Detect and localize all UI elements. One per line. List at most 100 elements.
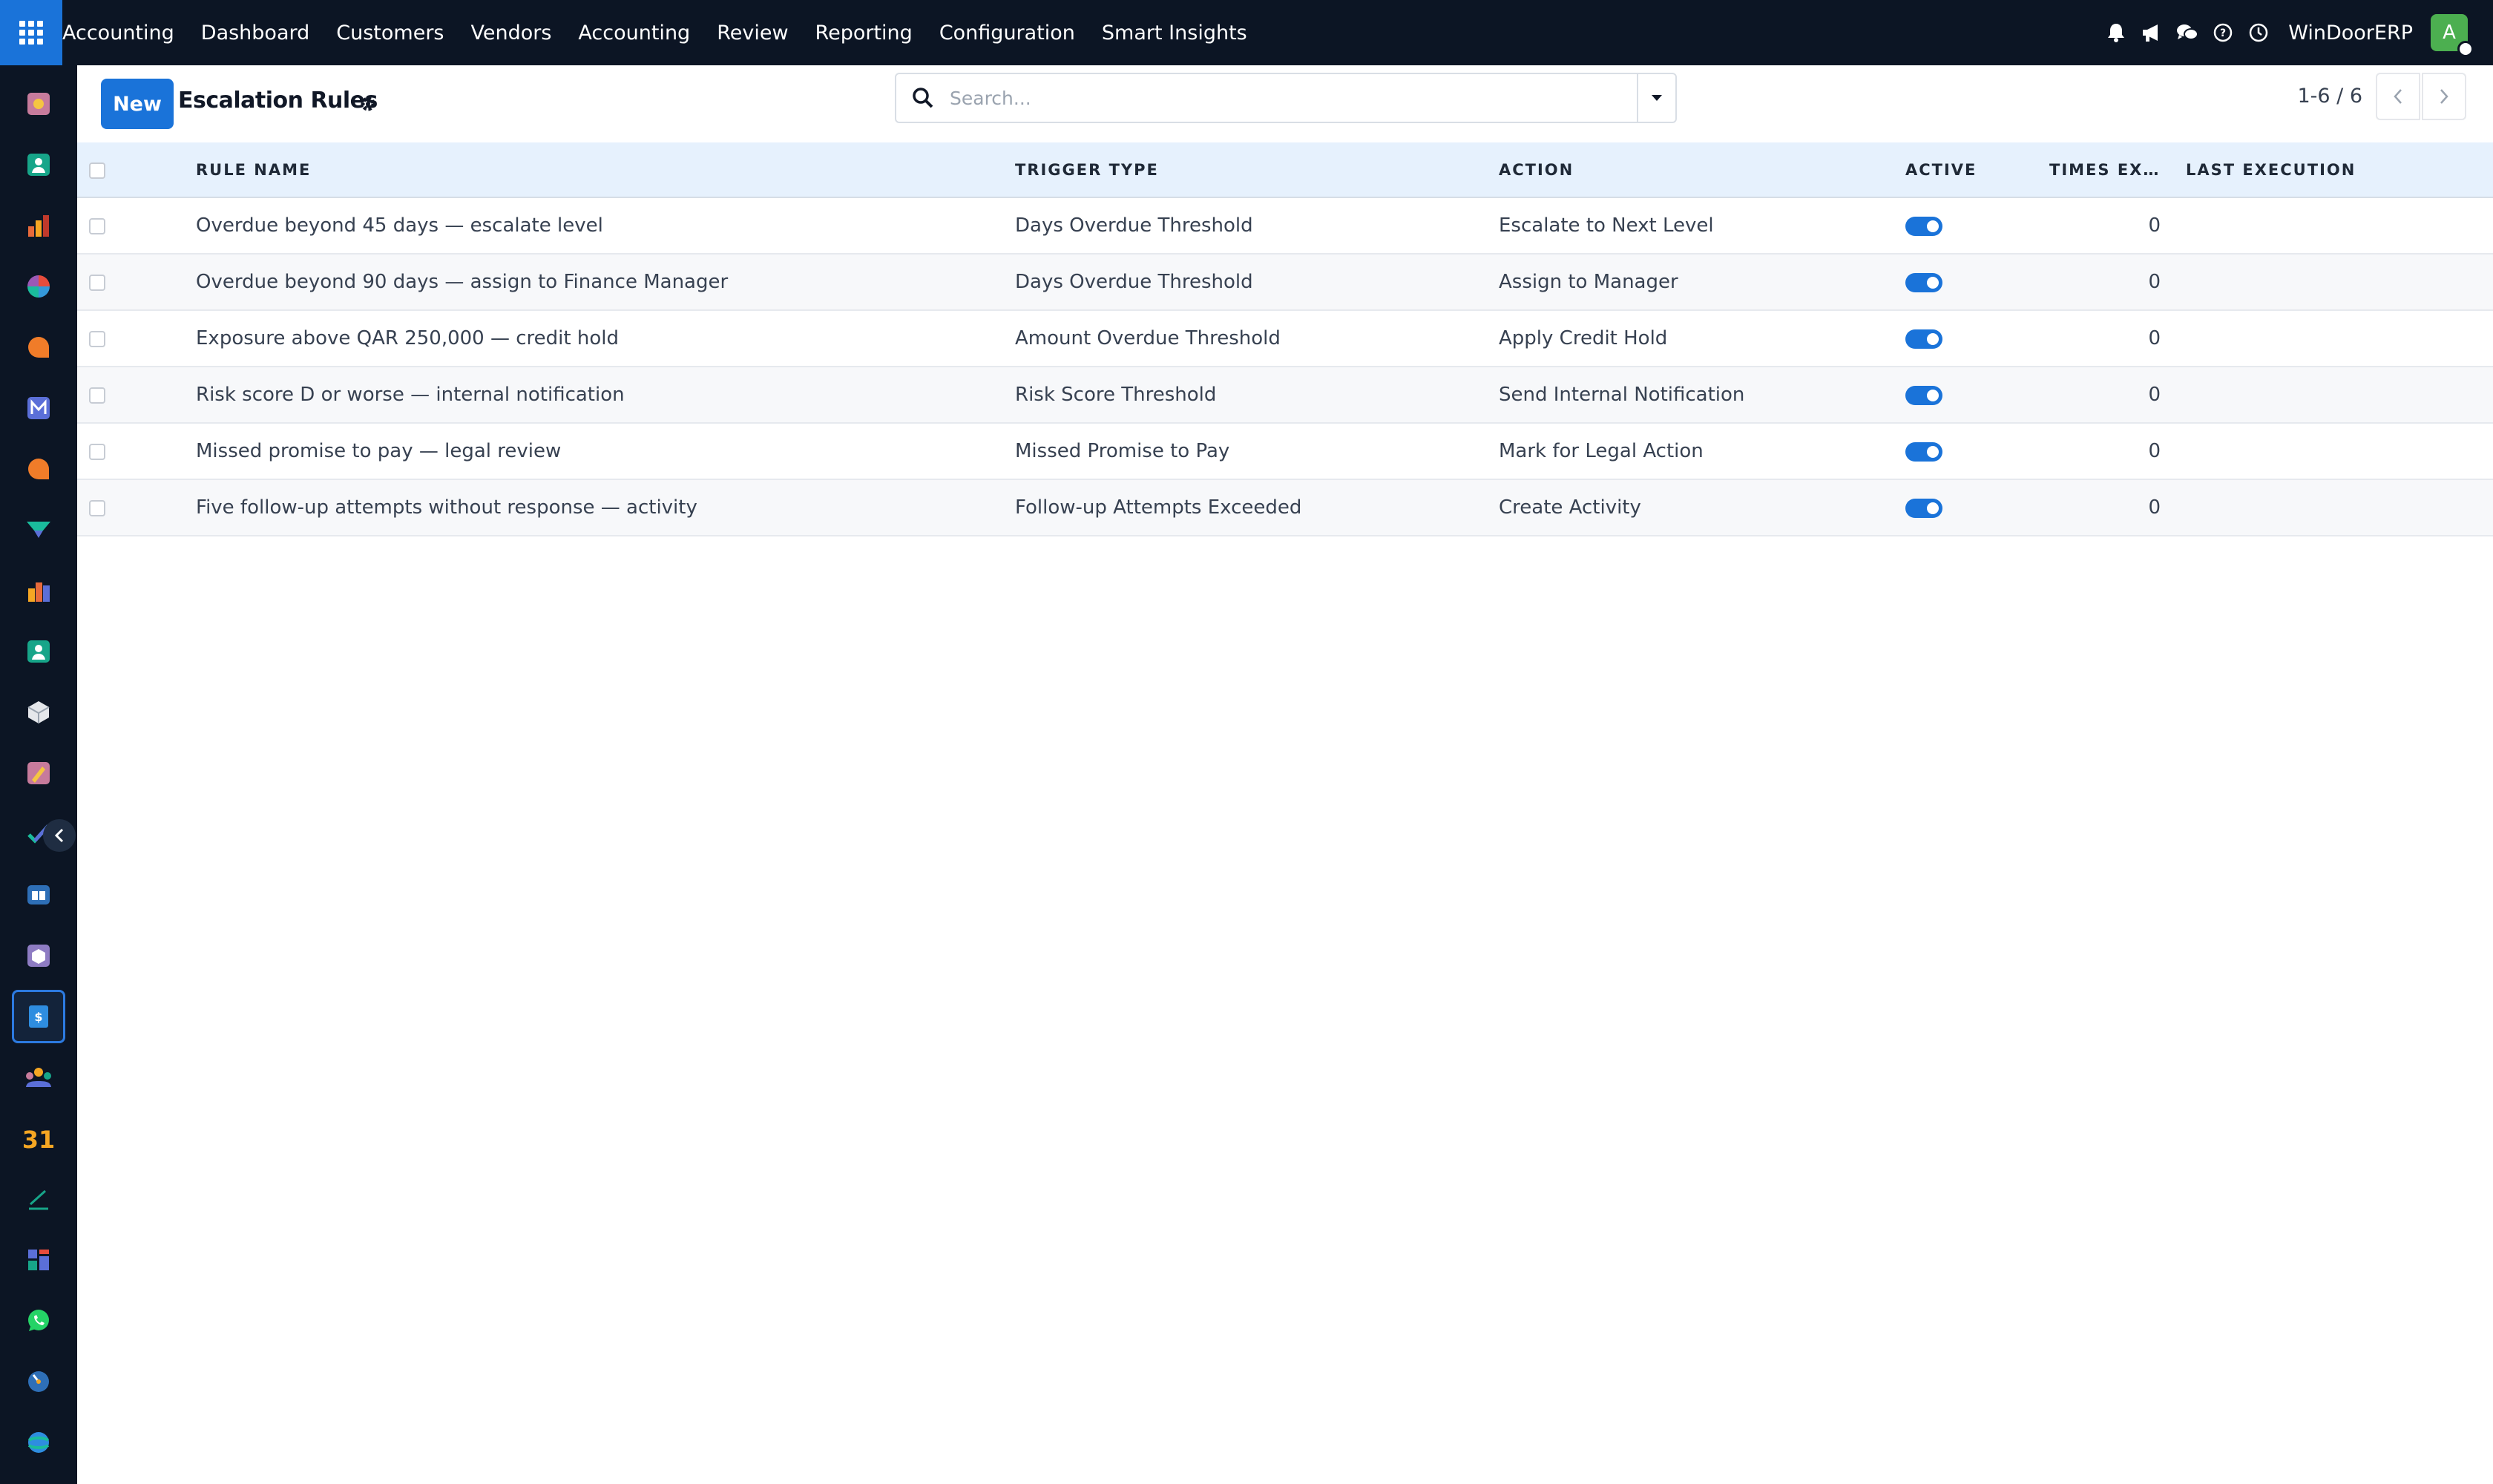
- bell-icon[interactable]: [2098, 0, 2134, 65]
- times-executed-cell[interactable]: 0: [2049, 254, 2177, 311]
- contacts-app-icon[interactable]: [12, 138, 65, 191]
- discuss-app-icon[interactable]: [12, 77, 65, 131]
- pager-previous-button[interactable]: [2376, 73, 2420, 120]
- row-checkbox[interactable]: [89, 499, 105, 516]
- purchase-app-icon[interactable]: [12, 929, 65, 982]
- active-toggle[interactable]: [1905, 385, 1942, 405]
- pager-next-button[interactable]: [2422, 73, 2466, 120]
- live-chat-app-icon[interactable]: [12, 442, 65, 496]
- invoicing-app-icon[interactable]: $: [12, 990, 65, 1043]
- menu-brand-accounting[interactable]: Accounting: [62, 22, 174, 45]
- active-toggle[interactable]: [1905, 216, 1942, 236]
- last-execution-cell[interactable]: [2177, 479, 2493, 536]
- app-switcher-button[interactable]: [0, 0, 62, 65]
- row-checkbox[interactable]: [89, 443, 105, 460]
- table-row[interactable]: Overdue beyond 45 days — escalate level …: [77, 197, 2493, 255]
- employees-app-icon[interactable]: [12, 625, 65, 678]
- action-cell[interactable]: Mark for Legal Action: [1499, 423, 1905, 480]
- website-app-icon[interactable]: [12, 1416, 65, 1469]
- calendar-app-icon[interactable]: 31: [12, 1112, 65, 1165]
- last-execution-cell[interactable]: [2177, 254, 2493, 311]
- column-header-times-executed[interactable]: TIMES EXECUTED: [2049, 142, 2177, 198]
- action-cell[interactable]: Create Activity: [1499, 479, 1905, 536]
- rule-name-cell[interactable]: Exposure above QAR 250,000 — credit hold: [196, 310, 1015, 367]
- knowledge-app-icon[interactable]: [12, 868, 65, 922]
- new-button[interactable]: New: [101, 79, 174, 129]
- row-checkbox[interactable]: [89, 217, 105, 234]
- gear-icon[interactable]: [355, 91, 381, 117]
- search-options-toggle[interactable]: [1637, 74, 1675, 122]
- trigger-type-cell[interactable]: Follow-up Attempts Exceeded: [1015, 479, 1499, 536]
- active-toggle[interactable]: [1905, 329, 1942, 349]
- table-row[interactable]: Overdue beyond 90 days — assign to Finan…: [77, 254, 2493, 311]
- column-header-last-execution[interactable]: LAST EXECUTION: [2177, 142, 2493, 198]
- active-toggle[interactable]: [1905, 272, 1942, 292]
- menu-customers[interactable]: Customers: [336, 22, 444, 45]
- table-row[interactable]: Risk score D or worse — internal notific…: [77, 367, 2493, 424]
- trigger-type-cell[interactable]: Days Overdue Threshold: [1015, 197, 1499, 255]
- times-executed-cell[interactable]: 0: [2049, 310, 2177, 367]
- dashboard-app-icon[interactable]: [12, 260, 65, 313]
- help-icon[interactable]: ?: [2205, 0, 2241, 65]
- mail-app-icon[interactable]: [12, 381, 65, 435]
- action-cell[interactable]: Assign to Manager: [1499, 254, 1905, 311]
- menu-dashboard[interactable]: Dashboard: [201, 22, 309, 45]
- table-row[interactable]: Missed promise to pay — legal review Mis…: [77, 423, 2493, 480]
- row-checkbox[interactable]: [89, 274, 105, 291]
- chat-icon[interactable]: [2170, 0, 2205, 65]
- menu-smart-insights[interactable]: Smart Insights: [1102, 22, 1247, 45]
- last-execution-cell[interactable]: [2177, 367, 2493, 424]
- time-off-app-icon[interactable]: [12, 1355, 65, 1408]
- rule-name-cell[interactable]: Risk score D or worse — internal notific…: [196, 367, 1015, 424]
- last-execution-cell[interactable]: [2177, 423, 2493, 480]
- table-row[interactable]: Exposure above QAR 250,000 — credit hold…: [77, 310, 2493, 367]
- action-cell[interactable]: Escalate to Next Level: [1499, 197, 1905, 255]
- spreadsheet-app-icon[interactable]: [12, 564, 65, 617]
- reporting-app-icon[interactable]: [12, 199, 65, 252]
- row-checkbox[interactable]: [89, 387, 105, 404]
- studio-app-icon[interactable]: [12, 746, 65, 800]
- rule-name-cell[interactable]: Five follow-up attempts without response…: [196, 479, 1015, 536]
- action-cell[interactable]: Apply Credit Hold: [1499, 310, 1905, 367]
- last-execution-cell[interactable]: [2177, 310, 2493, 367]
- search-input[interactable]: [950, 79, 1588, 117]
- column-header-active[interactable]: ACTIVE: [1905, 142, 2049, 198]
- user-avatar[interactable]: A: [2431, 14, 2474, 57]
- times-executed-cell[interactable]: 0: [2049, 479, 2177, 536]
- times-executed-cell[interactable]: 0: [2049, 367, 2177, 424]
- dock-collapse-button[interactable]: [43, 819, 76, 852]
- whatsapp-app-icon[interactable]: [12, 1294, 65, 1347]
- last-execution-cell[interactable]: [2177, 197, 2493, 255]
- select-all-checkbox[interactable]: [89, 162, 105, 179]
- sign-app-icon[interactable]: [12, 1172, 65, 1226]
- row-checkbox[interactable]: [89, 330, 105, 347]
- column-header-action[interactable]: ACTION: [1499, 142, 1905, 198]
- times-executed-cell[interactable]: 0: [2049, 423, 2177, 480]
- teams-app-icon[interactable]: [12, 1051, 65, 1104]
- company-name[interactable]: WinDoorERP: [2288, 22, 2413, 45]
- column-header-rule-name[interactable]: RULE NAME: [196, 142, 1015, 198]
- rule-name-cell[interactable]: Overdue beyond 90 days — assign to Finan…: [196, 254, 1015, 311]
- active-toggle[interactable]: [1905, 498, 1942, 518]
- pager-value[interactable]: 1-6 / 6: [2297, 85, 2362, 108]
- table-row[interactable]: Five follow-up attempts without response…: [77, 479, 2493, 536]
- menu-reporting[interactable]: Reporting: [815, 22, 913, 45]
- column-header-trigger-type[interactable]: TRIGGER TYPE: [1015, 142, 1499, 198]
- chat-app-icon[interactable]: [12, 321, 65, 374]
- dashboards-app-icon[interactable]: [12, 1233, 65, 1287]
- menu-vendors[interactable]: Vendors: [470, 22, 551, 45]
- times-executed-cell[interactable]: 0: [2049, 197, 2177, 255]
- trigger-type-cell[interactable]: Amount Overdue Threshold: [1015, 310, 1499, 367]
- megaphone-icon[interactable]: [2134, 0, 2170, 65]
- menu-accounting[interactable]: Accounting: [578, 22, 690, 45]
- rule-name-cell[interactable]: Overdue beyond 45 days — escalate level: [196, 197, 1015, 255]
- inventory-app-icon[interactable]: [12, 686, 65, 739]
- rule-name-cell[interactable]: Missed promise to pay — legal review: [196, 423, 1015, 480]
- menu-configuration[interactable]: Configuration: [939, 22, 1075, 45]
- trigger-type-cell[interactable]: Days Overdue Threshold: [1015, 254, 1499, 311]
- trigger-type-cell[interactable]: Risk Score Threshold: [1015, 367, 1499, 424]
- active-toggle[interactable]: [1905, 441, 1942, 462]
- trigger-type-cell[interactable]: Missed Promise to Pay: [1015, 423, 1499, 480]
- clock-icon[interactable]: [2241, 0, 2276, 65]
- menu-review[interactable]: Review: [717, 22, 788, 45]
